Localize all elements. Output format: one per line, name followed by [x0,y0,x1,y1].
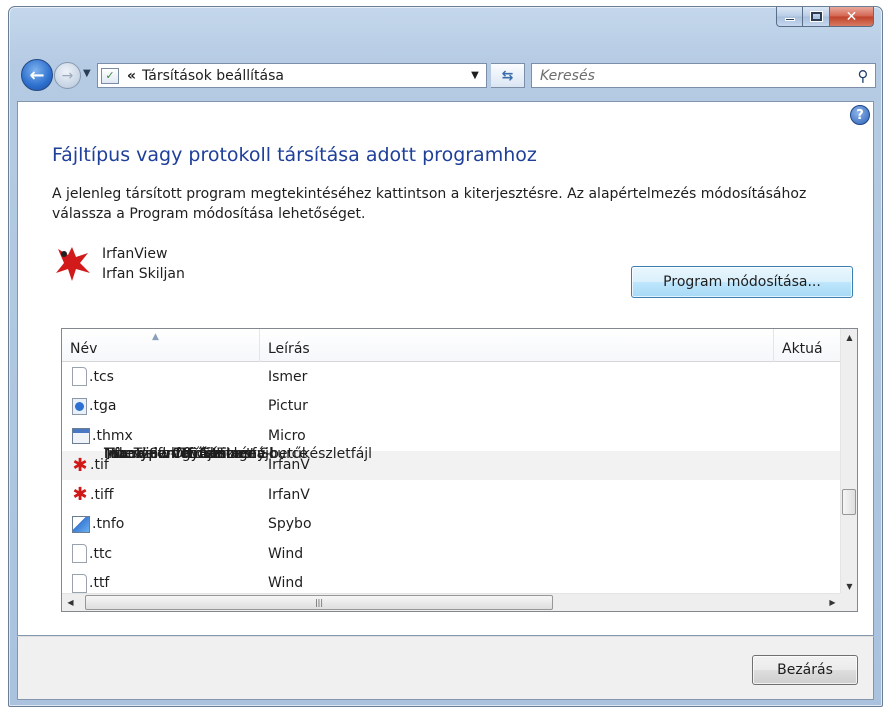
row-current: Pictur [268,398,308,415]
tnfo-file-icon [72,515,90,533]
table-row[interactable]: .tcs Tahoe Server Content Source Ismer [62,362,841,462]
irfanview-icon: ✱ [72,484,88,505]
address-bar[interactable]: ✓ « Társítások beállítása ▼ [97,63,487,88]
row-name: .ttc [89,545,113,562]
row-current: Spybo [268,516,312,533]
blank-file-icon [72,367,87,387]
help-icon[interactable]: ? [850,105,870,125]
back-arrow-icon: ← [29,64,45,86]
blank-file-icon [72,544,87,564]
association-list[interactable]: ▲ Név Leírás Aktuá .tcs Tahoe Server Con… [61,328,858,612]
horizontal-scrollbar[interactable]: ◀ ||| ▶ [62,593,841,611]
row-current: Ismer [268,368,308,385]
row-name: .tnfo [92,516,125,533]
refresh-button[interactable]: ⇆ [491,63,525,88]
row-name: .ttf [89,575,110,592]
column-header-name[interactable]: ▲ Név [62,329,260,362]
close-button[interactable]: Bezárás [752,655,858,685]
minimize-icon [784,18,795,21]
blank-file-icon [72,573,87,593]
search-input[interactable] [532,65,851,86]
horizontal-scroll-thumb[interactable]: ||| [85,595,553,610]
table-row[interactable]: .ttc TrueType – gyűjtemény-betűkészletfá… [62,446,841,569]
back-button[interactable]: ← [21,59,53,91]
main-content: ? Fájltípus vagy protokoll társítása ado… [17,101,874,636]
vertical-scroll-thumb[interactable] [842,489,856,515]
scroll-right-icon[interactable]: ▶ [824,594,841,611]
refresh-icon: ⇆ [501,67,514,84]
column-header-description[interactable]: Leírás [260,329,774,362]
office-theme-icon [72,427,90,444]
maximize-icon [809,11,823,22]
table-row[interactable]: ✱ .tiff IrfanView TIF File IrfanV [62,446,841,510]
row-current: Micro [268,427,306,444]
scroll-up-icon[interactable]: ▲ [841,329,857,346]
row-name: .thmx [92,427,133,444]
sort-ascending-icon: ▲ [152,332,159,342]
forward-arrow-icon: → [61,67,74,84]
recent-pages-button[interactable]: ▼ [83,68,91,79]
caption-buttons: ✕ [776,7,874,27]
page-title: Fájltípus vagy protokoll társítása adott… [52,144,537,166]
list-rows: .tcs Tahoe Server Content Source Ismer .… [62,362,841,598]
footer: Bezárás [17,636,874,700]
table-row[interactable]: .tnfo Internal informations Spybo [62,446,841,540]
maximize-button[interactable] [803,7,830,27]
address-dropdown-icon[interactable]: ▼ [464,70,486,81]
navigation-bar: ← → ▼ ✓ « Társítások beállítása ▼ ⇆ ⚲ [21,59,876,93]
change-program-button[interactable]: Program módosítása... [631,266,853,298]
search-box: ⚲ [531,63,876,88]
tga-file-icon [72,397,87,415]
minimize-button[interactable] [776,7,803,27]
irfanview-icon: ✱ [72,455,88,476]
row-current: Wind [268,545,304,562]
window: ✕ ← → ▼ ✓ « Társítások beállítása ▼ ⇆ ⚲ … [8,6,883,707]
row-description: TrueType-betűkészletfájl [104,446,273,462]
forward-button[interactable]: → [54,62,81,89]
scroll-left-icon[interactable]: ◀ [62,594,79,611]
page-description: A jelenleg társított program megtekintés… [52,186,807,222]
breadcrumb-current[interactable]: Társítások beállítása [142,68,464,84]
row-name: .tiff [90,486,114,503]
chevron-down-icon: ▼ [83,68,91,79]
program-vendor: Irfan Skiljan [102,266,185,282]
table-row[interactable]: .tga Truevision TGA Image Pictur [62,392,841,462]
control-panel-icon: ✓ [101,67,119,84]
close-window-button[interactable]: ✕ [830,7,874,27]
search-icon[interactable]: ⚲ [851,67,875,85]
row-current: Wind [268,575,304,592]
breadcrumb-overflow[interactable]: « [127,68,136,84]
scrollbar-corner [840,593,857,611]
row-current: IrfanV [268,486,310,503]
row-name: .tcs [89,368,114,385]
row-name: .tga [89,398,117,415]
column-header-current[interactable]: Aktuá [774,329,841,362]
vertical-scrollbar[interactable]: ▲ ▼ [840,329,857,595]
close-icon: ✕ [845,8,858,25]
irfanview-icon [56,247,90,281]
list-header: ▲ Név Leírás Aktuá [62,329,841,362]
program-name: IrfanView [102,246,168,262]
